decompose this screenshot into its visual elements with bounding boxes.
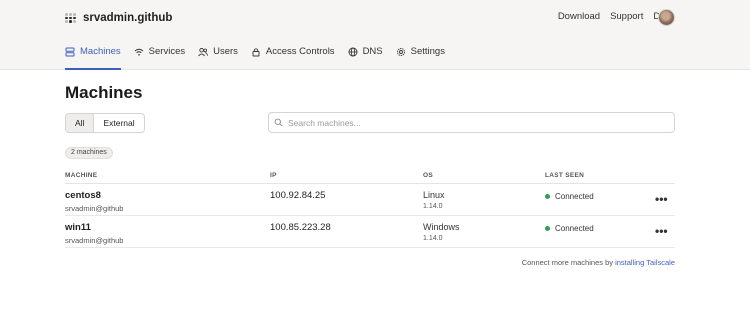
status-text: Connected [555, 192, 594, 201]
filter-toggle: All External [65, 113, 145, 133]
search-box [268, 112, 675, 133]
installing-tailscale-link[interactable]: installing Tailscale [615, 258, 675, 267]
status-text: Connected [555, 224, 594, 233]
column-header-last-seen: LAST SEEN [545, 172, 585, 179]
machine-ip: 100.92.84.25 [270, 190, 326, 201]
machine-owner: srvadmin@github [65, 236, 124, 245]
client-version: 1.14.0 [423, 203, 443, 210]
table-row[interactable]: centos8 srvadmin@github 100.92.84.25 Lin… [65, 184, 675, 216]
filter-external-button[interactable]: External [94, 114, 143, 132]
column-header-ip: IP [270, 172, 277, 179]
user-avatar[interactable] [658, 9, 675, 26]
search-icon [274, 118, 283, 127]
table-header: MACHINE IP OS LAST SEEN [65, 168, 675, 184]
main-nav: Machines Services Users Access Controls … [65, 46, 445, 70]
tab-machines[interactable]: Machines [65, 46, 121, 70]
top-bar: srvadmin.github Download Support Docs Ma… [0, 0, 750, 70]
org-brand[interactable]: srvadmin.github [65, 10, 172, 26]
row-more-menu-button[interactable]: ••• [655, 193, 668, 205]
column-header-machine: MACHINE [65, 172, 98, 179]
tab-access-controls[interactable]: Access Controls [251, 46, 335, 70]
page-title: Machines [65, 83, 143, 102]
machine-owner: srvadmin@github [65, 204, 124, 213]
lock-icon [252, 48, 260, 57]
support-link[interactable]: Support [610, 11, 643, 22]
row-more-menu-button[interactable]: ••• [655, 225, 668, 237]
machine-cell: win11 srvadmin@github [65, 222, 123, 245]
users-icon [198, 47, 209, 57]
column-header-os: OS [423, 172, 433, 179]
client-version: 1.14.0 [423, 235, 443, 242]
machine-cell: centos8 srvadmin@github [65, 190, 123, 213]
connected-status-dot [545, 194, 550, 199]
org-name: srvadmin.github [83, 12, 173, 24]
tab-settings[interactable]: Settings [396, 46, 445, 70]
os-cell: Windows 1.14.0 [423, 222, 460, 242]
machine-name[interactable]: win11 [65, 222, 123, 233]
table-row[interactable]: win11 srvadmin@github 100.85.223.28 Wind… [65, 216, 675, 248]
search-input[interactable] [288, 117, 658, 128]
server-icon [65, 47, 75, 57]
os-cell: Linux 1.14.0 [423, 190, 445, 210]
tab-label: Services [148, 46, 186, 57]
os-name: Linux [423, 190, 445, 200]
machine-ip: 100.85.223.28 [270, 222, 331, 233]
tab-label: Settings [410, 46, 445, 57]
gear-icon [396, 48, 405, 56]
connected-status-dot [545, 226, 550, 231]
download-link[interactable]: Download [558, 11, 600, 22]
machine-count-badge: 2 machines [65, 147, 113, 159]
connect-more-text: Connect more machines by [521, 258, 616, 267]
globe-icon [348, 47, 358, 57]
tab-label: Users [213, 46, 238, 57]
last-seen-cell: Connected [545, 192, 594, 201]
tab-users[interactable]: Users [198, 46, 238, 70]
tab-services[interactable]: Services [134, 46, 185, 70]
tab-label: Machines [80, 46, 121, 57]
machine-name[interactable]: centos8 [65, 190, 123, 201]
filter-all-button[interactable]: All [66, 114, 95, 132]
tailscale-logo-icon [65, 13, 76, 23]
os-name: Windows [423, 222, 460, 232]
tab-dns[interactable]: DNS [348, 46, 383, 70]
wifi-icon [134, 48, 144, 56]
connect-more-note: Connect more machines by installing Tail… [522, 258, 675, 267]
tab-label: Access Controls [265, 46, 335, 57]
machines-table: MACHINE IP OS LAST SEEN centos8 srvadmin… [65, 168, 675, 248]
tab-label: DNS [362, 46, 383, 57]
last-seen-cell: Connected [545, 224, 594, 233]
